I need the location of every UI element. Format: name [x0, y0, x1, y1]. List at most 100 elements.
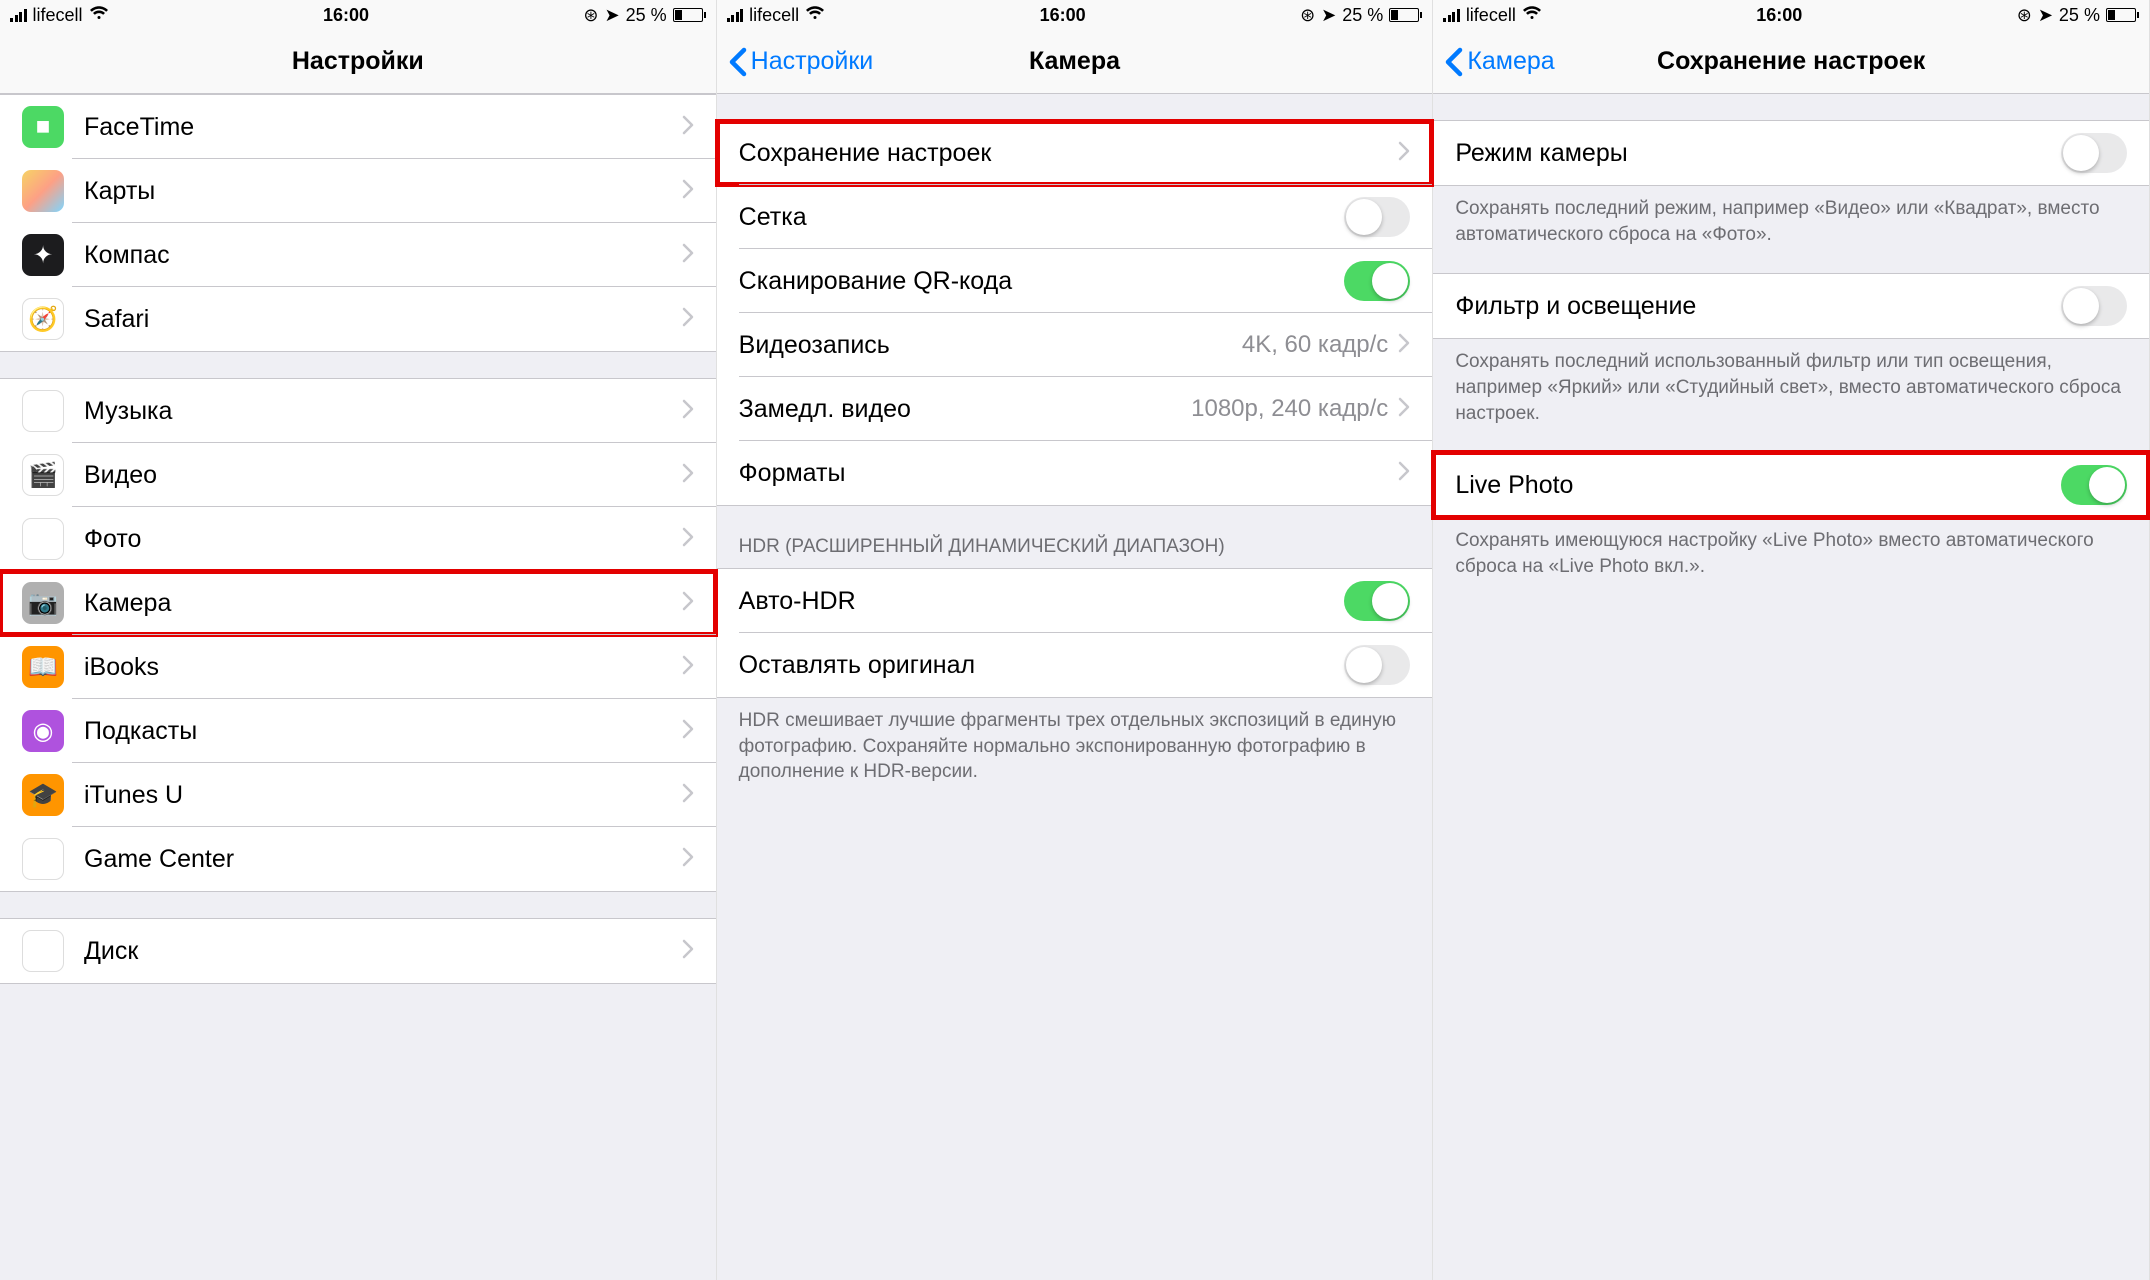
row-label: Видео	[84, 461, 682, 490]
row-label: Сканирование QR-кода	[739, 267, 1345, 296]
signal-icon	[727, 9, 744, 22]
battery-pct: 25 %	[2059, 5, 2100, 26]
settings-row-замедл-видео[interactable]: Замедл. видео1080p, 240 кадр/с	[717, 377, 1433, 441]
settings-row-авто-hdr[interactable]: Авто-HDR	[717, 569, 1433, 633]
back-button[interactable]: Камера	[1445, 30, 1554, 93]
chevron-right-icon	[682, 397, 694, 426]
chevron-right-icon	[682, 717, 694, 746]
wifi-icon	[805, 5, 825, 26]
row-label: Замедл. видео	[739, 395, 1191, 424]
row-label: Сохранение настроек	[739, 139, 1399, 168]
back-label: Настройки	[751, 47, 874, 76]
toggle-switch[interactable]	[2061, 286, 2127, 326]
row-label: Карты	[84, 177, 682, 206]
clock: 16:00	[1756, 5, 1802, 26]
toggle-switch[interactable]	[2061, 133, 2127, 173]
chevron-right-icon	[1398, 459, 1410, 488]
chevron-right-icon	[682, 525, 694, 554]
settings-row-фильтр-и-освещение[interactable]: Фильтр и освещение	[1433, 274, 2149, 338]
row-label: Фильтр и освещение	[1455, 292, 2061, 321]
settings-row-сканирование-qr-кода[interactable]: Сканирование QR-кода	[717, 249, 1433, 313]
compass-icon: ✦	[22, 234, 64, 276]
toggle-switch[interactable]	[1344, 261, 1410, 301]
settings-row-карты[interactable]: Карты	[0, 159, 716, 223]
toggle-switch[interactable]	[2061, 465, 2127, 505]
back-button[interactable]: Настройки	[729, 30, 874, 93]
status-bar: lifecell 16:00 ⊛ ➤ 25 %	[717, 0, 1433, 30]
settings-row-game-center[interactable]: ●●Game Center	[0, 827, 716, 891]
clock: 16:00	[1040, 5, 1086, 26]
settings-row-фото[interactable]: ❀Фото	[0, 507, 716, 571]
chevron-right-icon	[682, 461, 694, 490]
page-title: Камера	[1029, 47, 1120, 76]
row-label: iTunes U	[84, 781, 682, 810]
settings-row-диск[interactable]: ▲Диск	[0, 919, 716, 983]
row-detail: 1080p, 240 кадр/с	[1191, 395, 1388, 423]
row-label: Сетка	[739, 203, 1345, 232]
carrier-label: lifecell	[33, 5, 83, 26]
itunesu-icon: 🎓	[22, 774, 64, 816]
settings-row-компас[interactable]: ✦ Компас	[0, 223, 716, 287]
signal-icon	[10, 9, 27, 22]
battery-icon	[2106, 8, 2139, 22]
chevron-right-icon	[682, 589, 694, 618]
signal-icon	[1443, 9, 1460, 22]
settings-row-itunes-u[interactable]: 🎓 iTunes U	[0, 763, 716, 827]
chevron-right-icon	[682, 937, 694, 966]
row-label: Режим камеры	[1455, 139, 2061, 168]
maps-icon	[22, 170, 64, 212]
row-footer: Сохранять имеющуюся настройку «Live Phot…	[1433, 518, 2149, 579]
chevron-right-icon	[682, 653, 694, 682]
hdr-section-header: HDR (РАСШИРЕННЫЙ ДИНАМИЧЕСКИЙ ДИАПАЗОН)	[717, 506, 1433, 568]
toggle-switch[interactable]	[1344, 645, 1410, 685]
row-label: Музыка	[84, 397, 682, 426]
settings-row-режим-камеры[interactable]: Режим камеры	[1433, 121, 2149, 185]
location-icon: ➤	[1321, 5, 1336, 26]
settings-row-форматы[interactable]: Форматы	[717, 441, 1433, 505]
drive-icon: ▲	[22, 930, 64, 972]
preserve-setting-group: Live Photo	[1433, 452, 2149, 518]
row-label: Видеозапись	[739, 331, 1242, 360]
row-label: Safari	[84, 305, 682, 334]
battery-pct: 25 %	[626, 5, 667, 26]
chevron-right-icon	[682, 177, 694, 206]
settings-row-подкасты[interactable]: ◉Подкасты	[0, 699, 716, 763]
toggle-switch[interactable]	[1344, 581, 1410, 621]
row-label: Форматы	[739, 459, 1399, 488]
settings-row-видео[interactable]: 🎬Видео	[0, 443, 716, 507]
chevron-right-icon	[1398, 139, 1410, 168]
chevron-right-icon	[682, 781, 694, 810]
row-label: iBooks	[84, 653, 682, 682]
camera-settings-group: Сохранение настроек Сетка Сканирование QR-…	[717, 120, 1433, 506]
settings-row-safari[interactable]: 🧭Safari	[0, 287, 716, 351]
settings-row-live-photo[interactable]: Live Photo	[1433, 453, 2149, 517]
settings-row-камера[interactable]: 📷Камера	[0, 571, 716, 635]
gamecenter-icon: ●●	[22, 838, 64, 880]
settings-row-видеозапись[interactable]: Видеозапись4K, 60 кадр/с	[717, 313, 1433, 377]
row-label: FaceTime	[84, 113, 682, 142]
preserve-setting-group: Режим камеры	[1433, 120, 2149, 186]
chevron-right-icon	[682, 845, 694, 874]
chevron-right-icon	[1398, 395, 1410, 424]
row-footer: Сохранять последний использованный фильт…	[1433, 339, 2149, 426]
toggle-switch[interactable]	[1344, 197, 1410, 237]
battery-icon	[1389, 8, 1422, 22]
row-label: Компас	[84, 241, 682, 270]
settings-row-оставлять-оригинал[interactable]: Оставлять оригинал	[717, 633, 1433, 697]
settings-group-apps-b: ♫Музыка🎬Видео❀Фото📷Камера📖iBooks◉Подкаст…	[0, 378, 716, 892]
alarm-icon: ⊛	[2017, 5, 2032, 26]
row-label: Фото	[84, 525, 682, 554]
row-detail: 4K, 60 кадр/с	[1242, 331, 1388, 359]
settings-row-сохранение-настроек[interactable]: Сохранение настроек	[717, 121, 1433, 185]
settings-group-apps-c: ▲Диск	[0, 918, 716, 984]
facetime-icon: ■	[22, 106, 64, 148]
podcasts-icon: ◉	[22, 710, 64, 752]
settings-row-музыка[interactable]: ♫Музыка	[0, 379, 716, 443]
battery-pct: 25 %	[1342, 5, 1383, 26]
settings-row-facetime[interactable]: ■ FaceTime	[0, 95, 716, 159]
settings-row-ibooks[interactable]: 📖iBooks	[0, 635, 716, 699]
status-bar: lifecell 16:00 ⊛ ➤ 25 %	[0, 0, 716, 30]
settings-row-сетка[interactable]: Сетка	[717, 185, 1433, 249]
row-footer: Сохранять последний режим, например «Вид…	[1433, 186, 2149, 247]
nav-bar: Настройки Камера	[717, 30, 1433, 94]
